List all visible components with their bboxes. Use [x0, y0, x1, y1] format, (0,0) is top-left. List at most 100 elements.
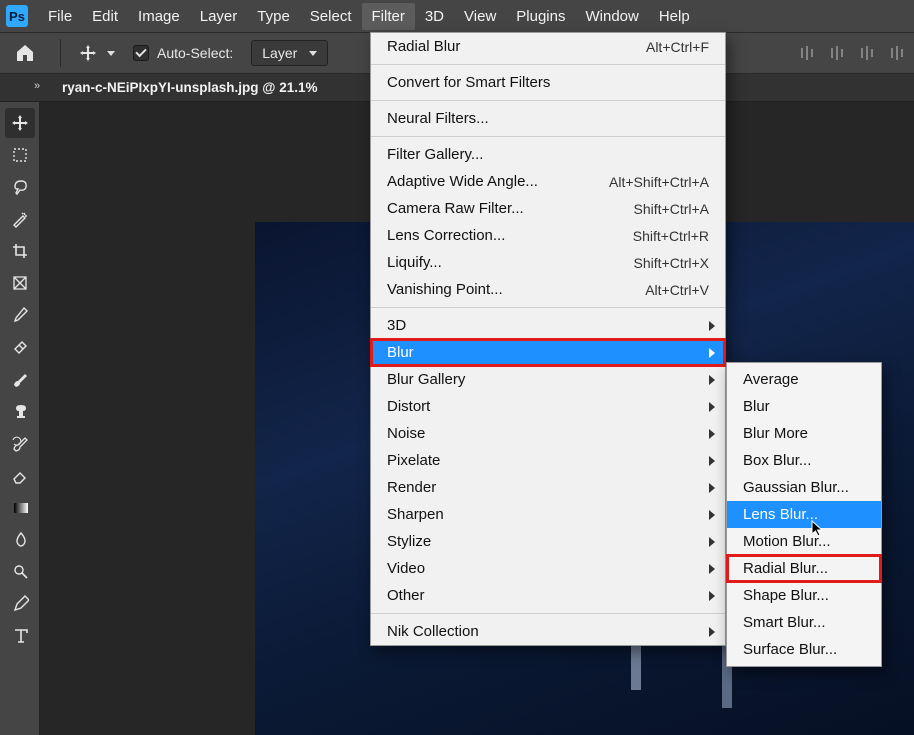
filter-item-render[interactable]: Render	[371, 474, 725, 501]
menu-3d[interactable]: 3D	[415, 3, 454, 30]
align-center-icon[interactable]	[828, 44, 846, 62]
filter-item-liquify[interactable]: Liquify... Shift+Ctrl+X	[371, 249, 725, 276]
distribute-icon[interactable]	[888, 44, 906, 62]
blur-item-shape-blur[interactable]: Shape Blur...	[727, 582, 881, 609]
filter-item-blur-gallery[interactable]: Blur Gallery	[371, 366, 725, 393]
menu-item-label: Stylize	[387, 533, 431, 550]
menu-item-shortcut: Shift+Ctrl+X	[634, 255, 709, 271]
menu-item-label: Blur	[387, 344, 414, 361]
tool-blur[interactable]	[5, 524, 35, 554]
tool-wand[interactable]	[5, 204, 35, 234]
filter-item-vanishing-point[interactable]: Vanishing Point... Alt+Ctrl+V	[371, 276, 725, 303]
filter-item-lens-correction[interactable]: Lens Correction... Shift+Ctrl+R	[371, 222, 725, 249]
auto-select-checkbox[interactable]	[133, 45, 149, 61]
layer-dropdown-value: Layer	[262, 45, 297, 61]
menu-item-label: Radial Blur	[387, 38, 460, 55]
filter-menu: Radial Blur Alt+Ctrl+F Convert for Smart F…	[370, 32, 726, 646]
blur-item-smart-blur[interactable]: Smart Blur...	[727, 609, 881, 636]
filter-item-pixelate[interactable]: Pixelate	[371, 447, 725, 474]
menu-separator	[371, 100, 725, 101]
menu-item-shortcut: Shift+Ctrl+A	[634, 201, 709, 217]
filter-item-noise[interactable]: Noise	[371, 420, 725, 447]
blur-item-motion-blur[interactable]: Motion Blur...	[727, 528, 881, 555]
tools-panel	[0, 102, 40, 735]
align-left-icon[interactable]	[798, 44, 816, 62]
document-tab[interactable]: ryan-c-NEiPIxpYI-unsplash.jpg @ 21.1%	[62, 80, 317, 95]
divider	[60, 39, 61, 67]
menu-item-label: Sharpen	[387, 506, 444, 523]
blur-item-blur[interactable]: Blur	[727, 393, 881, 420]
menu-file[interactable]: File	[38, 3, 82, 30]
blur-item-gaussian-blur[interactable]: Gaussian Blur...	[727, 474, 881, 501]
menu-item-shortcut: Alt+Ctrl+F	[646, 39, 709, 55]
filter-item-radial-blur[interactable]: Radial Blur Alt+Ctrl+F	[371, 33, 725, 60]
menu-separator	[371, 307, 725, 308]
menu-image[interactable]: Image	[128, 3, 190, 30]
filter-item-adaptive-wide-angle[interactable]: Adaptive Wide Angle...Alt+Shift+Ctrl+A	[371, 168, 725, 195]
filter-item-3d[interactable]: 3D	[371, 312, 725, 339]
tool-marquee[interactable]	[5, 140, 35, 170]
filter-item-sharpen[interactable]: Sharpen	[371, 501, 725, 528]
menu-filter[interactable]: Filter	[362, 3, 415, 30]
auto-select-label: Auto-Select:	[157, 45, 233, 61]
filter-item-distort[interactable]: Distort	[371, 393, 725, 420]
menu-help[interactable]: Help	[649, 3, 700, 30]
menu-item-label: Vanishing Point...	[387, 281, 503, 298]
filter-item-nik-collection[interactable]: Nik Collection	[371, 618, 725, 645]
home-button[interactable]	[8, 39, 42, 67]
tool-gradient[interactable]	[5, 492, 35, 522]
chevron-down-icon	[107, 51, 115, 56]
tool-pen[interactable]	[5, 588, 35, 618]
menu-item-label: Neural Filters...	[387, 110, 489, 127]
layer-dropdown[interactable]: Layer	[251, 40, 328, 66]
menu-layer[interactable]: Layer	[190, 3, 248, 30]
menu-select[interactable]: Select	[300, 3, 362, 30]
tool-type[interactable]	[5, 620, 35, 650]
menu-plugins[interactable]: Plugins	[506, 3, 575, 30]
tool-eyedropper[interactable]	[5, 300, 35, 330]
auto-select-group: Auto-Select:	[133, 45, 233, 61]
menu-item-label: Noise	[387, 425, 425, 442]
filter-item-video[interactable]: Video	[371, 555, 725, 582]
menu-item-label: Other	[387, 587, 425, 604]
filter-item-neural-filters[interactable]: Neural Filters...	[371, 105, 725, 132]
menu-view[interactable]: View	[454, 3, 506, 30]
blur-item-lens-blur[interactable]: Lens Blur...	[727, 501, 881, 528]
align-right-icon[interactable]	[858, 44, 876, 62]
tool-history-brush[interactable]	[5, 428, 35, 458]
tool-frame[interactable]	[5, 268, 35, 298]
menu-item-label: Camera Raw Filter...	[387, 200, 524, 217]
tool-preset-picker[interactable]	[79, 44, 115, 62]
menu-type[interactable]: Type	[247, 3, 300, 30]
tool-stamp[interactable]	[5, 396, 35, 426]
filter-item-blur[interactable]: Blur	[371, 339, 725, 366]
blur-item-surface-blur[interactable]: Surface Blur...	[727, 636, 881, 663]
tool-eraser[interactable]	[5, 460, 35, 490]
tool-healing[interactable]	[5, 332, 35, 362]
tool-move[interactable]	[5, 108, 35, 138]
menu-window[interactable]: Window	[575, 3, 648, 30]
filter-item-other[interactable]: Other	[371, 582, 725, 609]
menu-item-label: Video	[387, 560, 425, 577]
menu-item-label: Lens Correction...	[387, 227, 505, 244]
tool-dodge[interactable]	[5, 556, 35, 586]
filter-item-stylize[interactable]: Stylize	[371, 528, 725, 555]
tool-brush[interactable]	[5, 364, 35, 394]
menu-edit[interactable]: Edit	[82, 3, 128, 30]
menu-item-shortcut: Shift+Ctrl+R	[633, 228, 709, 244]
blur-item-average[interactable]: Average	[727, 366, 881, 393]
menu-separator	[371, 613, 725, 614]
filter-item-convert-for-smart-filters[interactable]: Convert for Smart Filters	[371, 69, 725, 96]
menu-item-label: Filter Gallery...	[387, 146, 483, 163]
tool-crop[interactable]	[5, 236, 35, 266]
menu-item-shortcut: Alt+Ctrl+V	[645, 282, 709, 298]
blur-item-box-blur[interactable]: Box Blur...	[727, 447, 881, 474]
blur-item-radial-blur[interactable]: Radial Blur...	[727, 555, 881, 582]
menu-item-label: Liquify...	[387, 254, 442, 271]
filter-item-filter-gallery[interactable]: Filter Gallery...	[371, 141, 725, 168]
tool-lasso[interactable]	[5, 172, 35, 202]
tab-overflow-icon[interactable]: »	[34, 80, 52, 96]
blur-item-blur-more[interactable]: Blur More	[727, 420, 881, 447]
filter-item-camera-raw-filter[interactable]: Camera Raw Filter... Shift+Ctrl+A	[371, 195, 725, 222]
menu-item-shortcut: Alt+Shift+Ctrl+A	[609, 174, 709, 190]
